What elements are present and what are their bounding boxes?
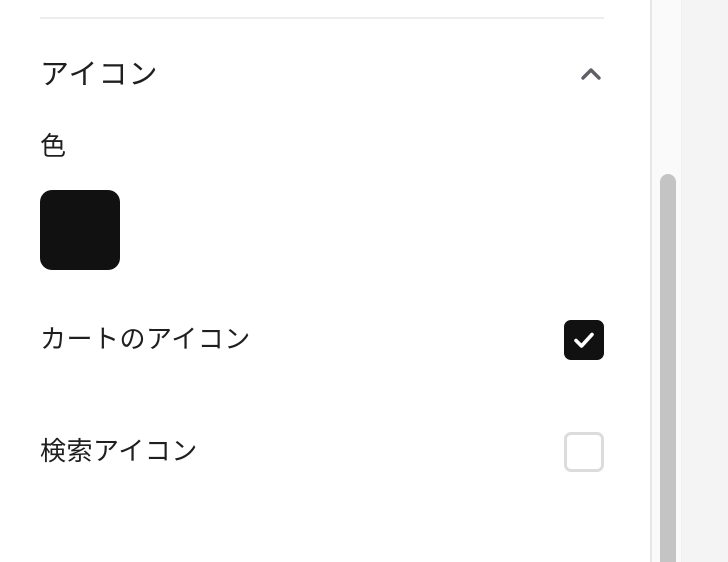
scrollbar-thumb[interactable]: [660, 174, 676, 562]
search-icon-checkbox[interactable]: [564, 432, 604, 472]
search-icon-option-label: 検索アイコン: [40, 437, 198, 467]
chevron-up-icon[interactable]: [578, 61, 604, 87]
search-icon-option: 検索アイコン: [40, 432, 604, 472]
checkmark-icon: [574, 332, 594, 348]
cart-icon-checkbox[interactable]: [564, 320, 604, 360]
icon-section-header[interactable]: アイコン: [40, 50, 604, 98]
preview-area-edge: [682, 0, 728, 562]
cart-icon-option: カートのアイコン: [40, 320, 604, 360]
settings-panel: アイコン 色 カートのアイコン 検索アイコン: [0, 0, 652, 562]
page: アイコン 色 カートのアイコン 検索アイコン: [0, 0, 728, 562]
color-swatch[interactable]: [40, 190, 120, 270]
color-label: 色: [40, 132, 67, 162]
section-title: アイコン: [40, 56, 159, 91]
cart-icon-option-label: カートのアイコン: [40, 325, 251, 355]
section-divider: [40, 17, 604, 19]
